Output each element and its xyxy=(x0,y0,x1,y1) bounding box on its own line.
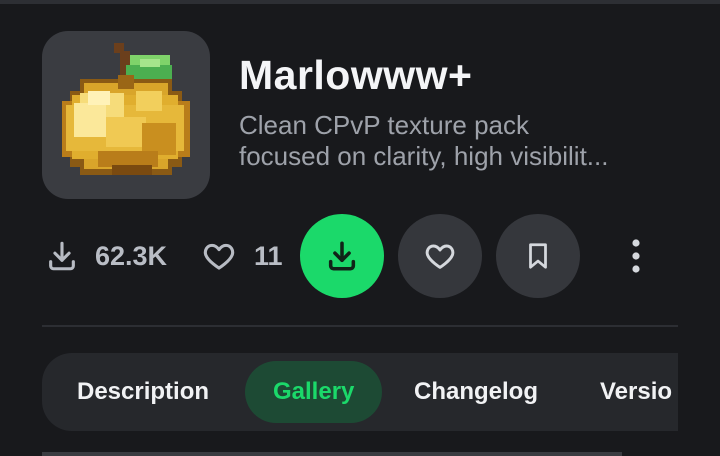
tab-changelog[interactable]: Changelog xyxy=(414,361,538,423)
golden-apple-icon xyxy=(62,43,190,175)
tab-versions[interactable]: Versio xyxy=(600,361,672,423)
project-icon xyxy=(42,31,210,199)
project-title: Marlowww+ xyxy=(239,52,473,98)
download-icon xyxy=(328,241,356,271)
downloads-count: 62.3K xyxy=(95,240,168,271)
description-line-2: focused on clarity, high visibilit... xyxy=(239,141,609,171)
description-line-1: Clean CPvP texture pack xyxy=(239,110,529,140)
more-options-button[interactable] xyxy=(616,236,656,276)
heart-icon xyxy=(425,244,455,269)
likes-stat: 11 xyxy=(200,236,283,276)
section-divider xyxy=(42,325,678,327)
downloads-stat: 62.3K xyxy=(45,236,167,276)
content-top-edge xyxy=(42,452,622,456)
bookmark-icon xyxy=(529,243,547,269)
download-button[interactable] xyxy=(300,214,384,298)
download-icon xyxy=(49,241,75,271)
follow-button[interactable] xyxy=(398,214,482,298)
project-description: Clean CPvP texture pack focused on clari… xyxy=(239,110,679,172)
likes-count: 11 xyxy=(254,240,283,271)
save-button[interactable] xyxy=(496,214,580,298)
kebab-menu-icon xyxy=(632,239,640,273)
tab-description[interactable]: Description xyxy=(77,361,209,423)
tab-gallery[interactable]: Gallery xyxy=(245,361,383,423)
project-tabs: Description Gallery Changelog Versio xyxy=(42,353,678,431)
top-border xyxy=(0,0,720,4)
heart-icon xyxy=(203,243,235,270)
